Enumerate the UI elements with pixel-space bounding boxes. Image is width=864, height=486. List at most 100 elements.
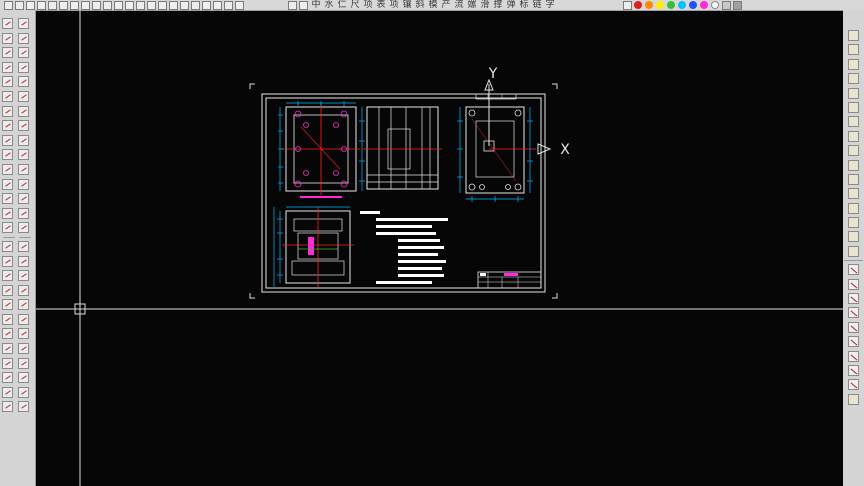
align-icon[interactable] bbox=[2, 240, 13, 252]
trim-icon[interactable] bbox=[202, 0, 211, 10]
color-swatch-red[interactable] bbox=[634, 1, 642, 9]
tool-label-3[interactable]: 尺 bbox=[349, 0, 361, 10]
move-icon[interactable] bbox=[2, 343, 13, 355]
ortho-icon[interactable] bbox=[191, 0, 200, 10]
color-swatch-cyan[interactable] bbox=[678, 1, 686, 9]
parallel-line-icon[interactable] bbox=[2, 90, 13, 102]
boundary-icon[interactable] bbox=[18, 178, 29, 190]
layer-merge-icon[interactable] bbox=[848, 202, 859, 214]
line-tool-icon[interactable] bbox=[2, 18, 13, 29]
print-icon[interactable] bbox=[48, 0, 57, 10]
rotate-icon[interactable] bbox=[2, 299, 13, 311]
tool-label-7[interactable]: 镶 bbox=[401, 0, 413, 10]
layer-off-icon[interactable] bbox=[848, 58, 859, 70]
color-swatch-green[interactable] bbox=[667, 1, 675, 9]
line-weight-icon[interactable] bbox=[848, 264, 859, 276]
tool-label-17[interactable]: 链 bbox=[531, 0, 543, 10]
angular-dim-icon[interactable] bbox=[18, 313, 29, 325]
color-swatch-white[interactable] bbox=[711, 1, 719, 9]
tool-label-10[interactable]: 产 bbox=[440, 0, 452, 10]
chamfer-icon[interactable] bbox=[2, 105, 13, 117]
save-icon[interactable] bbox=[37, 0, 46, 10]
line-type-4-icon[interactable] bbox=[848, 321, 859, 333]
color-swatch-blue[interactable] bbox=[689, 1, 697, 9]
zoom-icon[interactable] bbox=[59, 0, 68, 10]
stretch-icon[interactable] bbox=[2, 255, 13, 267]
mold-base-icon[interactable] bbox=[288, 0, 297, 10]
tool-label-11[interactable]: 流 bbox=[453, 0, 465, 10]
donut-icon[interactable] bbox=[18, 90, 29, 102]
continue-dim-icon[interactable] bbox=[18, 372, 29, 384]
tool-label-14[interactable]: 撑 bbox=[492, 0, 504, 10]
redo-icon[interactable] bbox=[92, 0, 101, 10]
line-type-1-icon[interactable] bbox=[848, 278, 859, 290]
extend-icon[interactable] bbox=[213, 0, 222, 10]
line-style-icon[interactable] bbox=[848, 393, 859, 405]
layer-delete-icon[interactable] bbox=[848, 217, 859, 229]
join-icon[interactable] bbox=[2, 149, 13, 161]
line-type-2-icon[interactable] bbox=[848, 293, 859, 305]
dimension-icon[interactable] bbox=[2, 357, 13, 369]
layer-match-icon[interactable] bbox=[848, 145, 859, 157]
copy-icon[interactable] bbox=[18, 105, 29, 117]
mold-wizard-icon[interactable] bbox=[299, 0, 308, 10]
layer-on-icon[interactable] bbox=[848, 44, 859, 56]
polyline-tool-icon[interactable] bbox=[2, 32, 13, 44]
tool-label-8[interactable]: 斜 bbox=[414, 0, 426, 10]
quick-dim-icon[interactable] bbox=[18, 386, 29, 398]
mirror-icon[interactable] bbox=[2, 284, 13, 296]
rectangle-tool-icon[interactable] bbox=[2, 178, 13, 190]
color-swatch-dark-gray[interactable] bbox=[733, 0, 742, 10]
layer-isolate-icon[interactable] bbox=[848, 130, 859, 142]
radius-dim-icon[interactable] bbox=[18, 284, 29, 296]
point-tool-icon[interactable] bbox=[18, 193, 29, 205]
layer-freeze-icon[interactable] bbox=[848, 73, 859, 85]
snap-icon[interactable] bbox=[180, 0, 189, 10]
square-tool-icon[interactable] bbox=[2, 328, 13, 340]
ray-tool-icon[interactable] bbox=[2, 47, 13, 59]
layer-current-icon[interactable] bbox=[848, 159, 859, 171]
tool-label-4[interactable]: 项 bbox=[362, 0, 374, 10]
tool-label-6[interactable]: 项 bbox=[388, 0, 400, 10]
mtext-icon[interactable] bbox=[18, 32, 29, 44]
ordinate-dim-icon[interactable] bbox=[18, 328, 29, 340]
baseline-dim-icon[interactable] bbox=[18, 357, 29, 369]
layer-previous-icon[interactable] bbox=[848, 173, 859, 185]
diagonal-tool-icon[interactable] bbox=[2, 222, 13, 234]
lengthen-icon[interactable] bbox=[18, 149, 29, 161]
explode-icon[interactable] bbox=[18, 134, 29, 146]
ellipse-tool-icon[interactable] bbox=[18, 61, 29, 73]
center-mark-icon[interactable] bbox=[18, 255, 29, 267]
text-tool-icon[interactable] bbox=[18, 18, 29, 29]
arc-length-icon[interactable] bbox=[18, 270, 29, 282]
tool-label-5[interactable]: 表 bbox=[375, 0, 387, 10]
line-type-8-icon[interactable] bbox=[848, 379, 859, 391]
layer-linetype-icon[interactable] bbox=[848, 245, 859, 257]
insert-icon[interactable] bbox=[136, 0, 145, 10]
table-icon[interactable] bbox=[18, 240, 29, 252]
color-swatch-orange[interactable] bbox=[645, 1, 653, 9]
layer-thaw-icon[interactable] bbox=[848, 87, 859, 99]
break-icon[interactable] bbox=[2, 134, 13, 146]
tool-label-2[interactable]: 仁 bbox=[336, 0, 348, 10]
triangle-icon[interactable] bbox=[2, 163, 13, 175]
spline-icon[interactable] bbox=[18, 76, 29, 88]
measure-icon[interactable] bbox=[18, 222, 29, 234]
arc-tool-icon[interactable] bbox=[2, 270, 13, 282]
paint-icon[interactable] bbox=[2, 401, 13, 413]
tool-label-0[interactable]: 中 bbox=[310, 0, 322, 10]
match-icon[interactable] bbox=[114, 0, 123, 10]
layer-walk-icon[interactable] bbox=[848, 188, 859, 200]
hatch-icon[interactable] bbox=[2, 193, 13, 205]
scale-icon[interactable] bbox=[2, 313, 13, 325]
layer-manager-icon[interactable] bbox=[848, 30, 859, 41]
line-type-6-icon[interactable] bbox=[848, 350, 859, 362]
list-icon[interactable] bbox=[2, 386, 13, 398]
slash-tool-icon[interactable] bbox=[2, 207, 13, 219]
layer-lock-icon[interactable] bbox=[848, 101, 859, 113]
array-icon[interactable] bbox=[235, 0, 244, 10]
settings-icon[interactable] bbox=[147, 0, 156, 10]
tolerance-icon[interactable] bbox=[18, 343, 29, 355]
tool-label-12[interactable]: 嫘 bbox=[466, 0, 478, 10]
block-icon[interactable] bbox=[125, 0, 134, 10]
